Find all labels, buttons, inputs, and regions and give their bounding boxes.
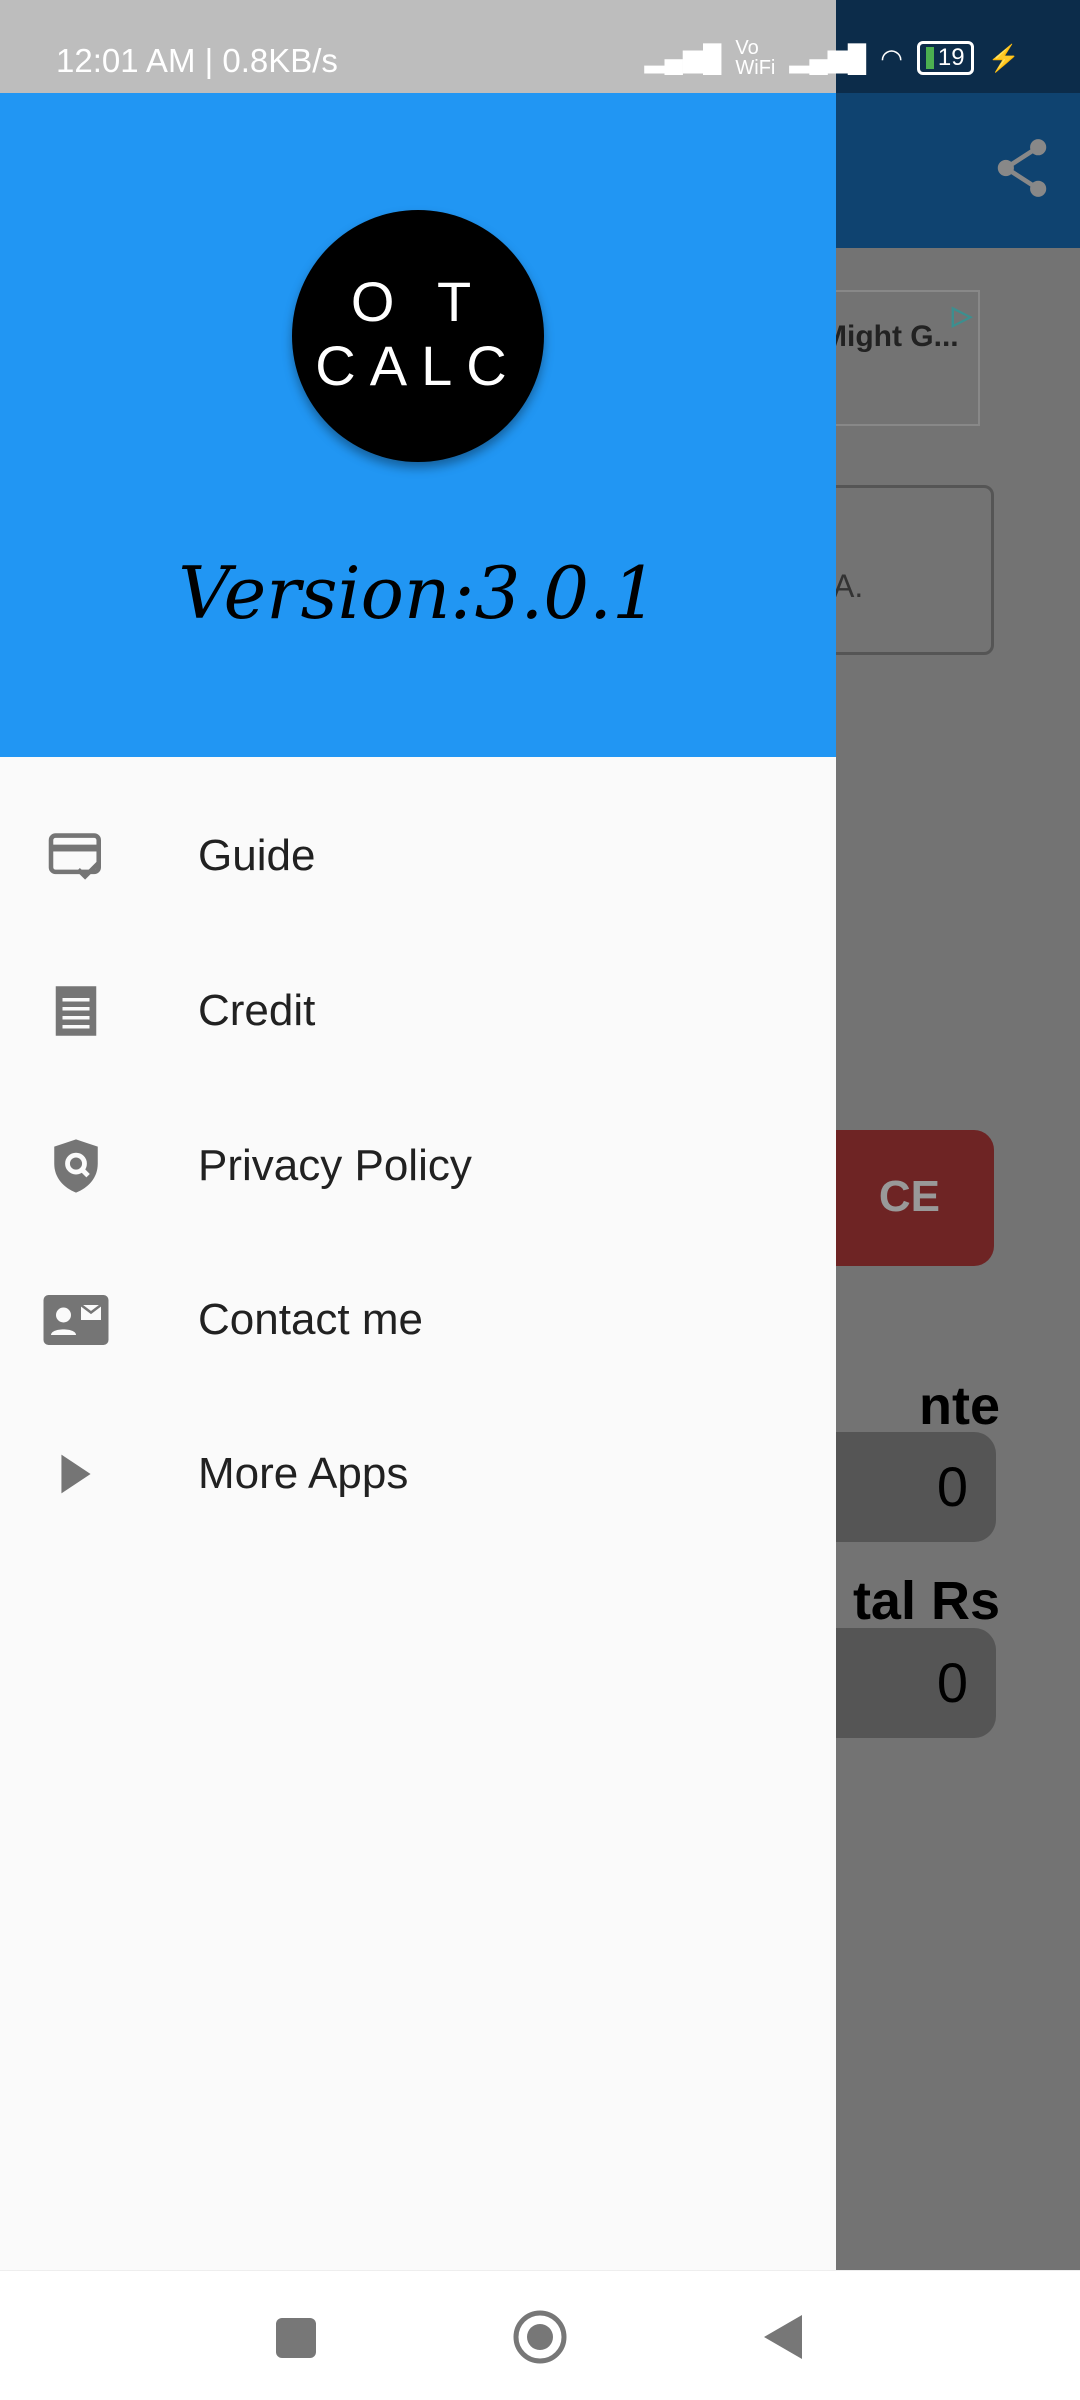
- navigation-drawer: O T CALC Version:3.0.1 Guide Credit Priva…: [0, 93, 836, 2270]
- play-arrow-icon: [42, 1454, 110, 1494]
- drawer-header: O T CALC Version:3.0.1: [0, 93, 836, 757]
- drawer-item-credit[interactable]: Credit: [0, 936, 836, 1086]
- drawer-item-contact-me[interactable]: Contact me: [0, 1245, 836, 1395]
- battery-icon: 19: [916, 41, 974, 75]
- signal-icon: ▂▄▆█: [644, 42, 722, 73]
- recents-button[interactable]: [276, 2318, 316, 2363]
- back-button[interactable]: [762, 2313, 804, 2366]
- charging-icon: ⚡: [987, 42, 1020, 73]
- wifi-icon: ◠: [880, 42, 903, 73]
- drawer-item-privacy-policy[interactable]: Privacy Policy: [0, 1091, 836, 1241]
- total-label: tal Rs: [852, 1571, 1000, 1631]
- contact-card-icon: [42, 1295, 110, 1345]
- drawer-item-more-apps[interactable]: More Apps: [0, 1399, 836, 1549]
- status-bar: 12:01 AM | 0.8KB/s ▂▄▆█ Vo WiFi ▂▄▆█ ◠ 1…: [0, 0, 1080, 93]
- rate-label: nte: [919, 1376, 1000, 1436]
- card-check-icon: [42, 831, 110, 881]
- status-time: 12:01 AM | 0.8KB/s: [56, 42, 338, 79]
- home-button[interactable]: [512, 2309, 568, 2370]
- version-text: Version:3.0.1: [178, 551, 658, 635]
- system-nav-bar: [0, 2270, 1080, 2400]
- shield-search-icon: [42, 1137, 110, 1195]
- app-bar: [836, 93, 1080, 248]
- signal-icon: ▂▄▆█: [789, 42, 867, 73]
- app-logo: O T CALC: [292, 210, 544, 462]
- drawer-item-guide[interactable]: Guide: [0, 781, 836, 931]
- ad-choices-icon: ▷: [952, 300, 972, 330]
- vowifi-label: Vo WiFi: [735, 37, 776, 79]
- receipt-icon: [42, 984, 110, 1038]
- share-icon[interactable]: [994, 138, 1050, 211]
